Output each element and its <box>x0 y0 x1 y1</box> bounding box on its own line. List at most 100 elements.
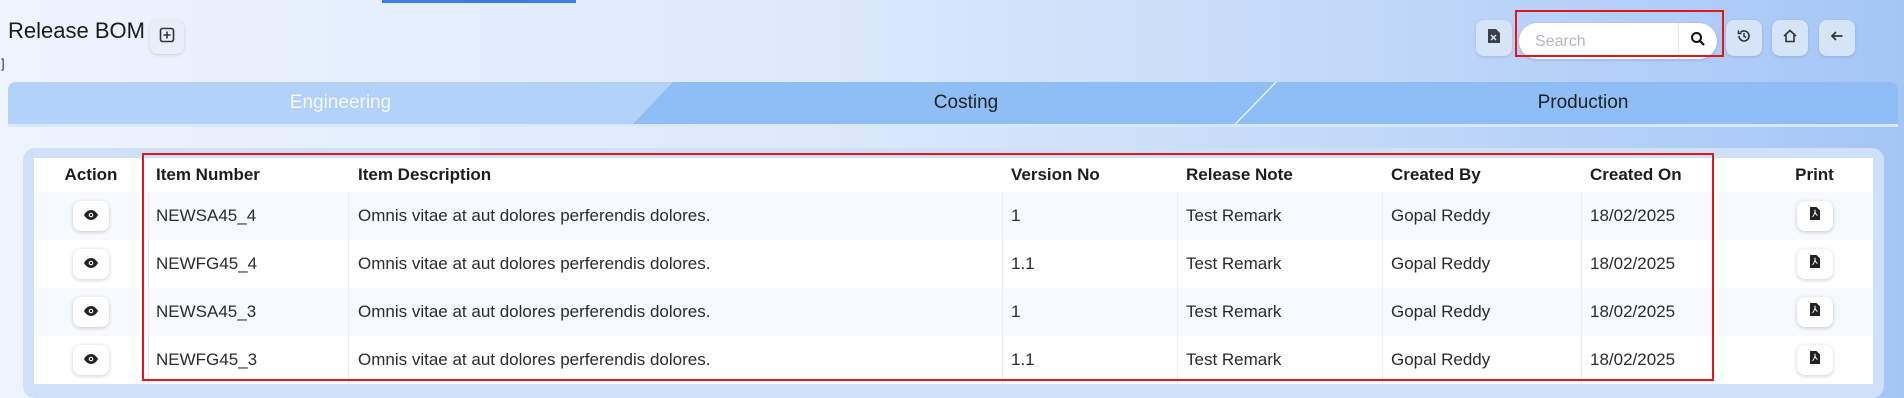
item-number-cell: NEWSA45_4 <box>156 206 257 225</box>
column-divider <box>1581 192 1582 240</box>
column-divider <box>1382 192 1383 240</box>
column-divider <box>1581 288 1582 336</box>
column-divider <box>1002 240 1003 288</box>
print-cell <box>1756 240 1873 288</box>
table-row: NEWSA45_3 Omnis vitae at aut dolores per… <box>34 288 1873 336</box>
version-no-cell: 1.1 <box>1011 350 1035 369</box>
column-divider <box>148 336 149 384</box>
print-pdf-button[interactable] <box>1796 297 1833 327</box>
column-divider <box>348 240 349 288</box>
plus-square-icon <box>159 27 175 48</box>
tab-costing[interactable]: Costing <box>633 82 1299 124</box>
release-note-cell: Test Remark <box>1186 254 1282 273</box>
version-no-cell: 1 <box>1011 302 1021 321</box>
created-on-cell: 18/02/2025 <box>1590 254 1676 273</box>
eye-icon <box>83 254 99 274</box>
print-pdf-button[interactable] <box>1796 249 1833 279</box>
print-pdf-button[interactable] <box>1796 201 1833 231</box>
release-note-cell: Test Remark <box>1186 206 1282 225</box>
back-button[interactable] <box>1819 20 1855 56</box>
item-number-cell: NEWFG45_4 <box>156 254 258 273</box>
created-by-cell: Gopal Reddy <box>1391 206 1491 225</box>
column-divider <box>148 240 149 288</box>
home-button[interactable] <box>1772 20 1808 56</box>
item-number-cell: NEWSA45_3 <box>156 302 257 321</box>
print-cell <box>1756 192 1873 240</box>
column-divider <box>1177 336 1178 384</box>
action-cell <box>34 240 148 288</box>
column-divider <box>1382 288 1383 336</box>
view-button[interactable] <box>73 345 109 375</box>
column-divider <box>1581 240 1582 288</box>
tab-label: Costing <box>933 92 999 113</box>
pdf-icon <box>1809 302 1821 322</box>
created-by-cell: Gopal Reddy <box>1391 302 1491 321</box>
print-cell <box>1756 288 1873 336</box>
release-note-cell: Test Remark <box>1186 302 1282 321</box>
tab-underline <box>8 124 1898 127</box>
column-divider <box>348 288 349 336</box>
eye-icon <box>83 302 99 322</box>
page-header: Release BOM <box>0 6 1904 61</box>
export-excel-button[interactable] <box>1476 20 1512 56</box>
column-header-print: Print <box>1795 165 1834 184</box>
action-cell <box>34 192 148 240</box>
print-pdf-button[interactable] <box>1796 345 1833 375</box>
column-header-item-number: Item Number <box>156 165 260 184</box>
search-icon <box>1690 31 1706 52</box>
top-accent-bar <box>382 0 576 3</box>
column-divider <box>1002 192 1003 240</box>
action-cell <box>34 288 148 336</box>
release-note-cell: Test Remark <box>1186 350 1282 369</box>
column-divider <box>1177 240 1178 288</box>
item-description-cell: Omnis vitae at aut dolores perferendis d… <box>358 254 711 273</box>
column-header-version-no: Version No <box>1011 165 1100 184</box>
view-button[interactable] <box>73 297 109 327</box>
print-cell <box>1756 336 1873 384</box>
tab-label: Engineering <box>289 92 392 113</box>
column-header-created-by: Created By <box>1391 165 1481 184</box>
view-button[interactable] <box>73 201 109 231</box>
tab-production[interactable]: Production <box>1268 82 1898 124</box>
history-button[interactable] <box>1726 20 1762 56</box>
pdf-icon <box>1809 350 1821 370</box>
column-divider <box>1177 192 1178 240</box>
view-button[interactable] <box>73 249 109 279</box>
pdf-icon <box>1809 254 1821 274</box>
item-description-cell: Omnis vitae at aut dolores perferendis d… <box>358 302 711 321</box>
eye-icon <box>83 206 99 226</box>
tab-strip: Engineering Costing Production <box>8 82 1898 124</box>
table-row: NEWSA45_4 Omnis vitae at aut dolores per… <box>34 192 1873 240</box>
column-header-action: Action <box>64 165 118 184</box>
tab-label: Production <box>1537 92 1629 113</box>
created-by-cell: Gopal Reddy <box>1391 350 1491 369</box>
created-on-cell: 18/02/2025 <box>1590 302 1676 321</box>
item-description-cell: Omnis vitae at aut dolores perferendis d… <box>358 206 711 225</box>
search-button[interactable] <box>1678 23 1717 59</box>
column-divider <box>348 192 349 240</box>
table-row: NEWFG45_4 Omnis vitae at aut dolores per… <box>34 240 1873 288</box>
page-title: Release BOM <box>8 18 145 43</box>
column-divider <box>1382 336 1383 384</box>
home-icon <box>1782 28 1798 49</box>
column-divider <box>148 288 149 336</box>
item-number-cell: NEWFG45_3 <box>156 350 258 369</box>
item-description-cell: Omnis vitae at aut dolores perferendis d… <box>358 350 711 369</box>
column-divider <box>148 192 149 240</box>
created-by-cell: Gopal Reddy <box>1391 254 1491 273</box>
search-input[interactable] <box>1533 23 1677 61</box>
search-box <box>1519 23 1717 61</box>
column-divider <box>1002 336 1003 384</box>
table-row: NEWFG45_3 Omnis vitae at aut dolores per… <box>34 336 1873 384</box>
add-button[interactable] <box>150 20 184 54</box>
eye-icon <box>83 350 99 370</box>
column-divider <box>1581 336 1582 384</box>
action-cell <box>34 336 148 384</box>
version-no-cell: 1.1 <box>1011 254 1035 273</box>
created-on-cell: 18/02/2025 <box>1590 350 1676 369</box>
pdf-icon <box>1809 206 1821 226</box>
column-header-release-note: Release Note <box>1186 165 1293 184</box>
column-divider <box>348 336 349 384</box>
created-on-cell: 18/02/2025 <box>1590 206 1676 225</box>
tab-engineering[interactable]: Engineering <box>8 82 673 124</box>
